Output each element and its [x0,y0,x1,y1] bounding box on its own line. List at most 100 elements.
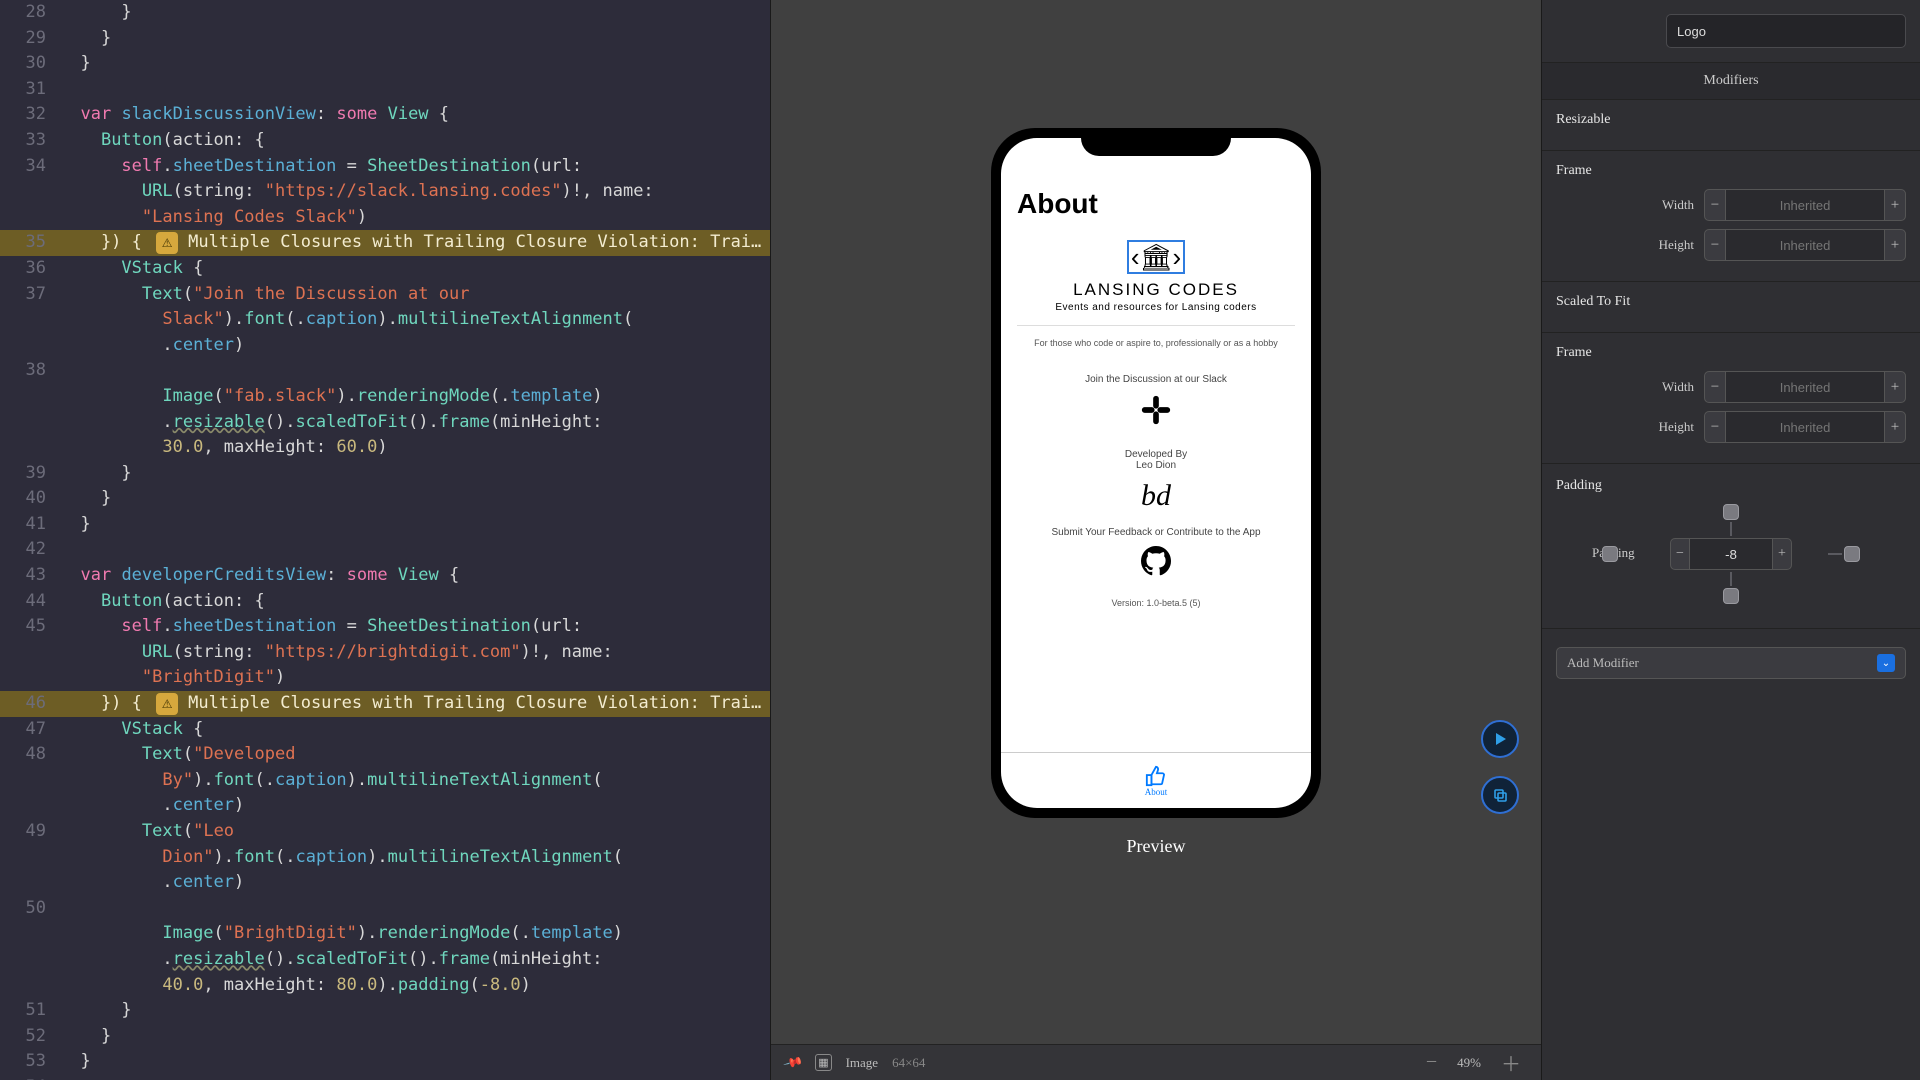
pin-icon[interactable]: 📌 [782,1052,804,1074]
code-line[interactable]: 30.0, maxHeight: 60.0) [0,435,770,461]
width-stepper-1[interactable]: −+ [1704,189,1906,221]
warning-icon[interactable]: ⚠ [156,232,178,254]
tab-label: About [1145,787,1168,797]
thumbs-up-icon [1145,765,1167,787]
code-line[interactable]: 41 } [0,512,770,538]
code-line[interactable]: 32 var slackDiscussionView: some View { [0,102,770,128]
height-stepper-1[interactable]: −+ [1704,229,1906,261]
section-padding: Padding Padding −+ [1542,464,1920,629]
code-line[interactable]: 35 }) { ⚠Multiple Closures with Trailing… [0,230,770,256]
selection-dims: 64×64 [892,1055,925,1071]
duplicate-preview-button[interactable] [1481,776,1519,814]
brand-title: LANSING CODES [1073,280,1239,300]
code-line[interactable]: 43 var developerCreditsView: some View { [0,563,770,589]
live-preview-button[interactable] [1481,720,1519,758]
code-line[interactable]: Dion").font(.caption).multilineTextAlign… [0,845,770,871]
code-line[interactable]: "BrightDigit") [0,665,770,691]
app-title: About [1017,188,1098,220]
logo-selected[interactable]: ‹🏛› [1127,240,1185,274]
code-line[interactable]: 33 Button(action: { [0,128,770,154]
code-line[interactable]: 52 } [0,1024,770,1050]
version-text: Version: 1.0-beta.5 (5) [1111,598,1200,608]
canvas-status-bar: 📌 ▦ Image 64×64 − 49% ＋ [771,1044,1541,1080]
code-line[interactable]: 40.0, maxHeight: 80.0).padding(-8.0) [0,973,770,999]
code-line[interactable]: 44 Button(action: { [0,589,770,615]
inspector-panel: Modifiers Resizable Frame Width −+ Heigh… [1542,0,1920,1080]
code-line[interactable]: .resizable().scaledToFit().frame(minHeig… [0,947,770,973]
code-line[interactable]: 37 Text("Join the Discussion at our [0,282,770,308]
chevron-down-icon: ⌄ [1877,654,1895,672]
warning-message[interactable]: Multiple Closures with Trailing Closure … [188,691,770,717]
code-line[interactable]: 54 [0,1075,770,1080]
code-line[interactable]: 29 } [0,26,770,52]
padding-left-handle[interactable] [1602,546,1618,562]
slack-icon [1139,393,1173,435]
brand-subtitle: Events and resources for Lansing coders [1055,302,1256,313]
code-line[interactable]: 53 } [0,1049,770,1075]
tab-bar[interactable]: About [1001,752,1311,808]
code-editor[interactable]: 28 }29 }30 }3132 var slackDiscussionView… [0,0,770,1080]
code-line[interactable]: "Lansing Codes Slack") [0,205,770,231]
device-notch [1081,128,1231,156]
tagline: For those who code or aspire to, profess… [1034,338,1278,348]
code-line[interactable]: 47 VStack { [0,717,770,743]
code-line[interactable]: 42 [0,537,770,563]
code-line[interactable]: 45 self.sheetDestination = SheetDestinat… [0,614,770,640]
code-line[interactable]: .center) [0,793,770,819]
section-resizable: Resizable [1542,100,1920,151]
padding-top-handle[interactable] [1723,504,1739,520]
height-stepper-2[interactable]: −+ [1704,411,1906,443]
code-line[interactable]: 40 } [0,486,770,512]
padding-stepper[interactable]: −+ [1670,538,1792,570]
github-icon [1141,546,1171,584]
zoom-level: 49% [1457,1055,1481,1071]
code-line[interactable]: 39 } [0,461,770,487]
slack-cta: Join the Discussion at our Slack [1085,374,1227,385]
dev-name: Leo Dion [1136,460,1176,471]
code-line[interactable]: .center) [0,870,770,896]
code-line[interactable]: 31 [0,77,770,103]
width-label-2: Width [1662,379,1694,395]
device-frame: About ‹🏛› LANSING CODES Events and resou… [991,128,1321,818]
zoom-in-button[interactable]: ＋ [1495,1048,1527,1077]
warning-icon[interactable]: ⚠ [156,693,178,715]
preview-label: Preview [1127,836,1186,857]
code-line[interactable]: Slack").font(.caption).multilineTextAlig… [0,307,770,333]
feedback-cta: Submit Your Feedback or Contribute to th… [1051,527,1260,538]
section-scaled-to-fit: Scaled To Fit [1542,282,1920,333]
code-line[interactable]: URL(string: "https://brightdigit.com")!,… [0,640,770,666]
device-screen: About ‹🏛› LANSING CODES Events and resou… [1001,138,1311,808]
code-line[interactable]: 30 } [0,51,770,77]
code-line[interactable]: .resizable().scaledToFit().frame(minHeig… [0,410,770,436]
height-label-2: Height [1659,419,1694,435]
add-modifier-dropdown[interactable]: Add Modifier ⌄ [1556,647,1906,679]
padding-diagram[interactable]: Padding −+ [1666,504,1796,604]
code-line[interactable]: 34 self.sheetDestination = SheetDestinat… [0,154,770,180]
height-label: Height [1659,237,1694,253]
code-line[interactable]: 51 } [0,998,770,1024]
code-line[interactable]: 46 }) { ⚠Multiple Closures with Trailing… [0,691,770,717]
zoom-out-button[interactable]: − [1420,1051,1443,1074]
code-line[interactable]: 36 VStack { [0,256,770,282]
warning-message[interactable]: Multiple Closures with Trailing Closure … [188,230,770,256]
image-name-input[interactable] [1666,14,1906,48]
code-line[interactable]: 28 } [0,0,770,26]
code-line[interactable]: Image("fab.slack").renderingMode(.templa… [0,384,770,410]
brightdigit-icon: bd [1141,479,1171,513]
image-thumb-icon: ▦ [815,1054,831,1071]
width-stepper-2[interactable]: −+ [1704,371,1906,403]
dev-by-label: Developed By [1125,449,1187,460]
padding-bottom-handle[interactable] [1723,588,1739,604]
preview-canvas[interactable]: About ‹🏛› LANSING CODES Events and resou… [770,0,1542,1080]
code-line[interactable]: URL(string: "https://slack.lansing.codes… [0,179,770,205]
code-line[interactable]: .center) [0,333,770,359]
code-line[interactable]: By").font(.caption).multilineTextAlignme… [0,768,770,794]
code-line[interactable]: Image("BrightDigit").renderingMode(.temp… [0,921,770,947]
padding-right-handle[interactable] [1844,546,1860,562]
code-line[interactable]: 38 [0,358,770,384]
selection-kind: Image [846,1055,878,1071]
code-line[interactable]: 50 [0,896,770,922]
capitol-icon: ‹🏛› [1131,242,1181,272]
code-line[interactable]: 49 Text("Leo [0,819,770,845]
code-line[interactable]: 48 Text("Developed [0,742,770,768]
